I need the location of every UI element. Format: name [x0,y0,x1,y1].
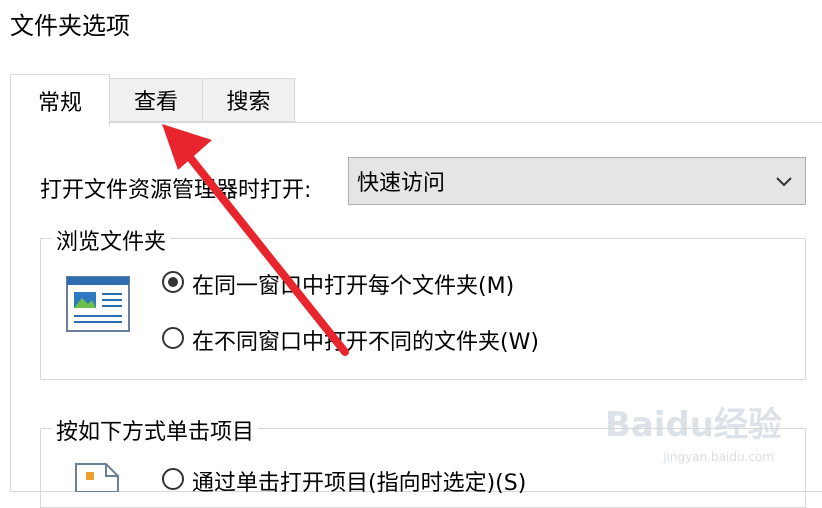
watermark-url: jingyan.baidu.com [663,450,774,464]
tab-general-label: 常规 [37,90,82,116]
tab-general[interactable]: 常规 [10,74,110,126]
watermark-brand: Baidu经验 [604,405,782,445]
